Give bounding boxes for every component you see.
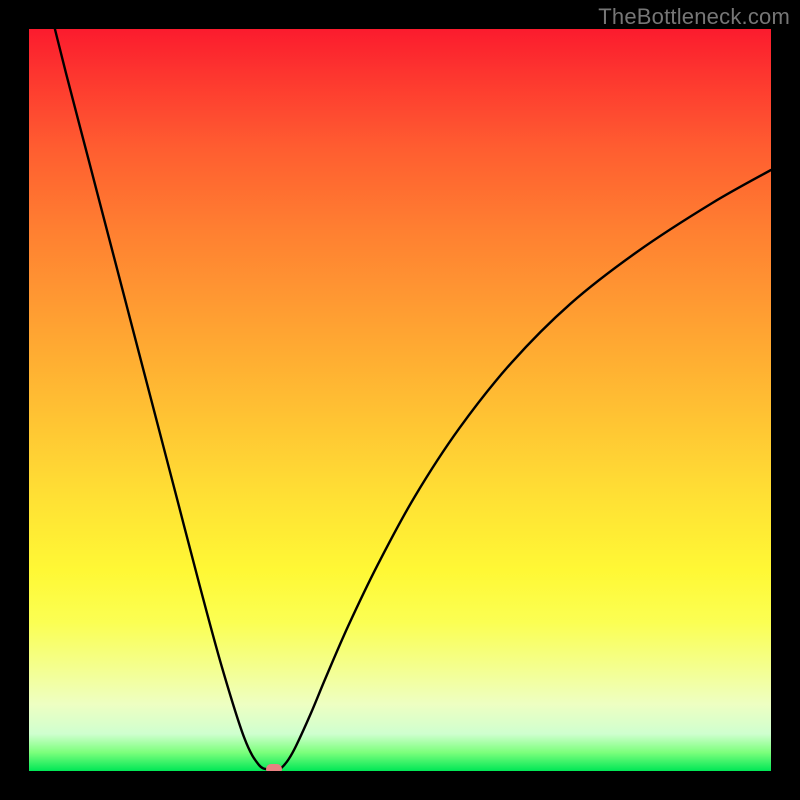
plot-frame (0, 0, 800, 800)
watermark-text: TheBottleneck.com (598, 4, 790, 30)
bottleneck-curve (29, 29, 771, 771)
optimum-marker (266, 764, 282, 771)
plot-area (29, 29, 771, 771)
